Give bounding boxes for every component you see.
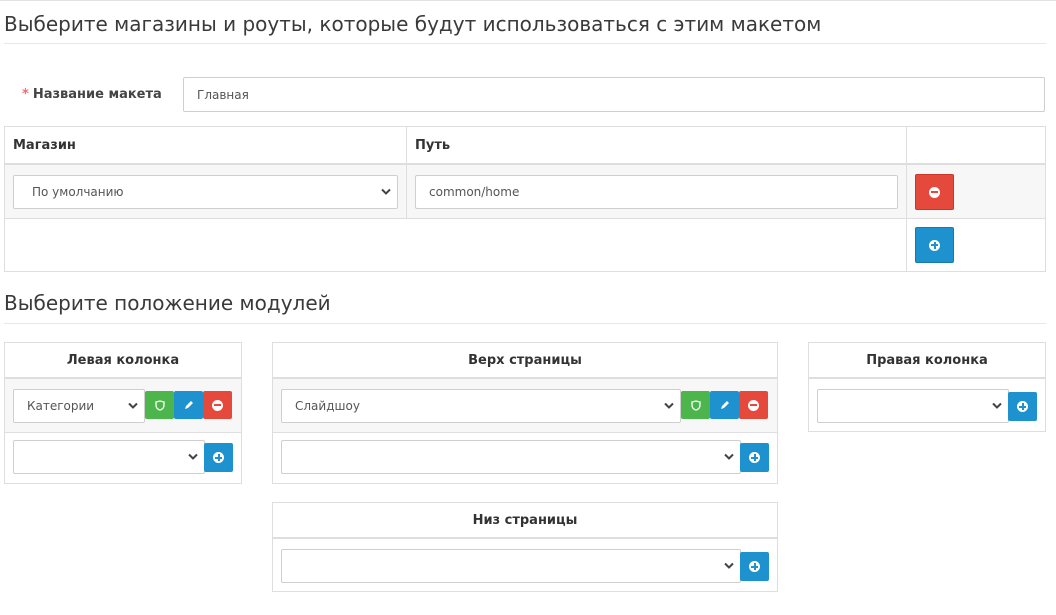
store-route-table: Магазин Путь По умолчанию common/home: [4, 126, 1046, 272]
pencil-icon: [720, 401, 729, 409]
shield-icon: [690, 399, 701, 411]
stores-routes-heading: Выберите магазины и роуты, которые будут…: [4, 11, 1046, 44]
column-right-panel: Правая колонка: [808, 342, 1046, 432]
layout-name-label-text: Название макета: [32, 87, 162, 102]
plus-circle-icon: [1017, 401, 1028, 412]
plus-circle-icon: [213, 452, 224, 463]
add-route-button[interactable]: [915, 227, 954, 263]
bottom-add-module-button[interactable]: [740, 552, 769, 581]
left-add-module-button[interactable]: [204, 443, 233, 472]
column-divider: [406, 127, 407, 219]
column-left-title: Левая колонка: [5, 343, 241, 379]
top-module-remove-button[interactable]: [739, 391, 768, 419]
plus-circle-icon: [929, 239, 940, 251]
left-module-remove-button[interactable]: [203, 391, 232, 419]
route-input[interactable]: common/home: [415, 175, 898, 209]
top-add-module-button[interactable]: [740, 443, 769, 472]
required-mark: *: [22, 87, 29, 102]
column-right-title: Правая колонка: [809, 343, 1045, 379]
column-header-action: [907, 127, 1045, 165]
top-divider: [0, 0, 1056, 1]
top-module-settings-button[interactable]: [681, 391, 710, 419]
chevron-down-icon: [664, 402, 674, 409]
top-module-value: Слайдшоу: [295, 399, 360, 413]
chevron-down-icon: [724, 562, 734, 569]
column-left-panel: Левая колонка Категории: [4, 342, 242, 484]
bottom-new-module-select[interactable]: [281, 549, 741, 583]
right-add-module-button[interactable]: [1008, 392, 1037, 421]
pencil-icon: [184, 401, 193, 409]
left-new-module-select[interactable]: [13, 440, 205, 474]
plus-circle-icon: [749, 561, 760, 572]
column-divider: [906, 127, 907, 271]
content-top-panel: Верх страницы Слайдшоу: [272, 342, 778, 484]
top-module-edit-button[interactable]: [710, 391, 739, 419]
left-module-edit-button[interactable]: [174, 391, 203, 419]
store-select[interactable]: По умолчанию: [13, 175, 398, 209]
minus-circle-icon: [748, 399, 759, 411]
chevron-down-icon: [188, 453, 198, 460]
column-header-store: Магазин: [5, 127, 407, 165]
plus-circle-icon: [749, 452, 760, 463]
store-select-value: По умолчанию: [32, 185, 124, 199]
remove-route-button[interactable]: [915, 174, 954, 210]
layout-name-input[interactable]: Главная: [183, 77, 1045, 112]
right-new-module-select[interactable]: [817, 389, 1009, 423]
shield-icon: [154, 399, 165, 411]
chevron-down-icon: [128, 402, 138, 409]
layout-name-label: * Название макета: [22, 87, 162, 102]
content-bottom-title: Низ страницы: [273, 503, 777, 539]
layout-name-value: Главная: [197, 87, 249, 102]
left-module-settings-button[interactable]: [145, 391, 174, 419]
top-module-select[interactable]: Слайдшоу: [281, 389, 681, 423]
minus-circle-icon: [212, 399, 223, 411]
chevron-down-icon: [381, 188, 391, 195]
chevron-down-icon: [992, 402, 1002, 409]
column-header-route: Путь: [407, 127, 907, 165]
minus-circle-icon: [929, 186, 940, 198]
chevron-down-icon: [724, 453, 734, 460]
left-module-value: Категории: [27, 399, 95, 413]
content-top-title: Верх страницы: [273, 343, 777, 379]
route-value: common/home: [429, 185, 520, 199]
left-module-select[interactable]: Категории: [13, 389, 145, 423]
module-positions-heading: Выберите положение модулей: [4, 290, 1046, 324]
top-new-module-select[interactable]: [281, 440, 741, 474]
content-bottom-panel: Низ страницы: [272, 502, 778, 592]
